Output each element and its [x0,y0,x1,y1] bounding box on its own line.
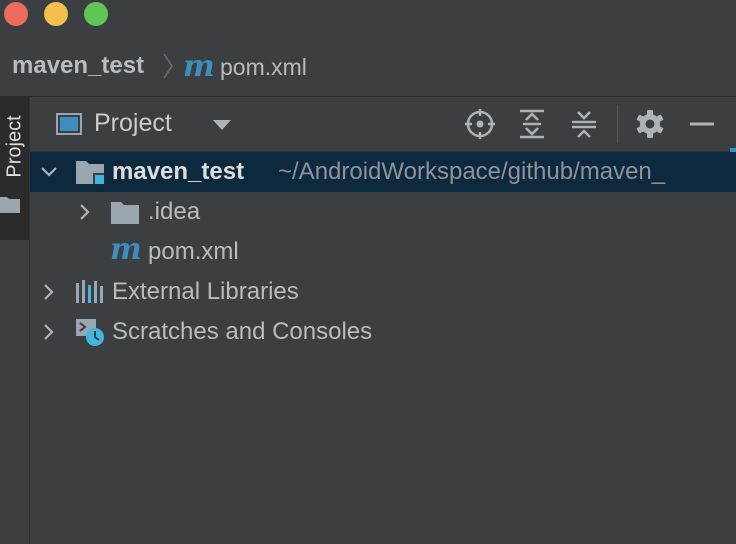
gear-icon[interactable] [634,108,666,140]
tree-row-pom[interactable]: m pom.xml [30,232,736,272]
project-panel-header: Project [30,97,736,152]
chevron-right-icon[interactable] [76,203,94,221]
module-folder-icon [76,161,104,184]
tree-row-external-libraries[interactable]: External Libraries [30,272,736,312]
close-window-button[interactable] [4,2,28,26]
folder-icon [111,202,139,224]
project-tool-tab[interactable]: Project [0,97,29,240]
locate-icon[interactable] [464,108,496,140]
project-tool-tab-label: Project [3,115,26,178]
breadcrumb-file[interactable]: pom.xml [220,54,307,81]
project-view-icon [56,113,82,135]
maven-file-icon: m [110,232,142,267]
tree-row-root[interactable]: maven_test ~/AndroidWorkspace/github/mav… [30,148,736,192]
breadcrumb-project[interactable]: maven_test [12,52,144,80]
project-tree: maven_test ~/AndroidWorkspace/github/mav… [30,148,736,544]
navigation-bar: maven_test m pom.xml [0,42,736,97]
tree-row-idea[interactable]: .idea [30,192,736,232]
focus-indicator [730,148,736,152]
tree-root-path: ~/AndroidWorkspace/github/maven_ [278,158,666,185]
folder-icon [0,197,20,213]
chevron-right-icon[interactable] [40,323,58,341]
tree-item-label: External Libraries [112,278,299,305]
minimize-window-button[interactable] [44,2,68,26]
tree-item-label: .idea [148,198,201,225]
zoom-window-button[interactable] [84,2,108,26]
left-tool-stripe: Project [0,97,30,544]
maven-file-icon: m [183,49,215,84]
chevron-down-icon[interactable] [40,163,58,181]
tree-root-name: maven_test [112,158,245,185]
chevron-down-icon[interactable] [212,119,232,131]
expand-all-icon[interactable] [516,108,548,140]
tree-item-label: Scratches and Consoles [112,318,373,345]
view-selector-label[interactable]: Project [94,109,172,138]
libraries-icon [76,280,103,303]
chevron-right-icon[interactable] [40,283,58,301]
tree-row-scratches[interactable]: Scratches and Consoles [30,312,736,352]
window-title-bar [0,0,736,42]
tree-item-label: pom.xml [148,238,239,265]
toolbar-divider [617,105,618,143]
minimize-icon[interactable] [686,108,718,140]
collapse-all-icon[interactable] [568,108,600,140]
scratches-icon [76,319,104,346]
breadcrumb-separator-icon [163,53,173,79]
